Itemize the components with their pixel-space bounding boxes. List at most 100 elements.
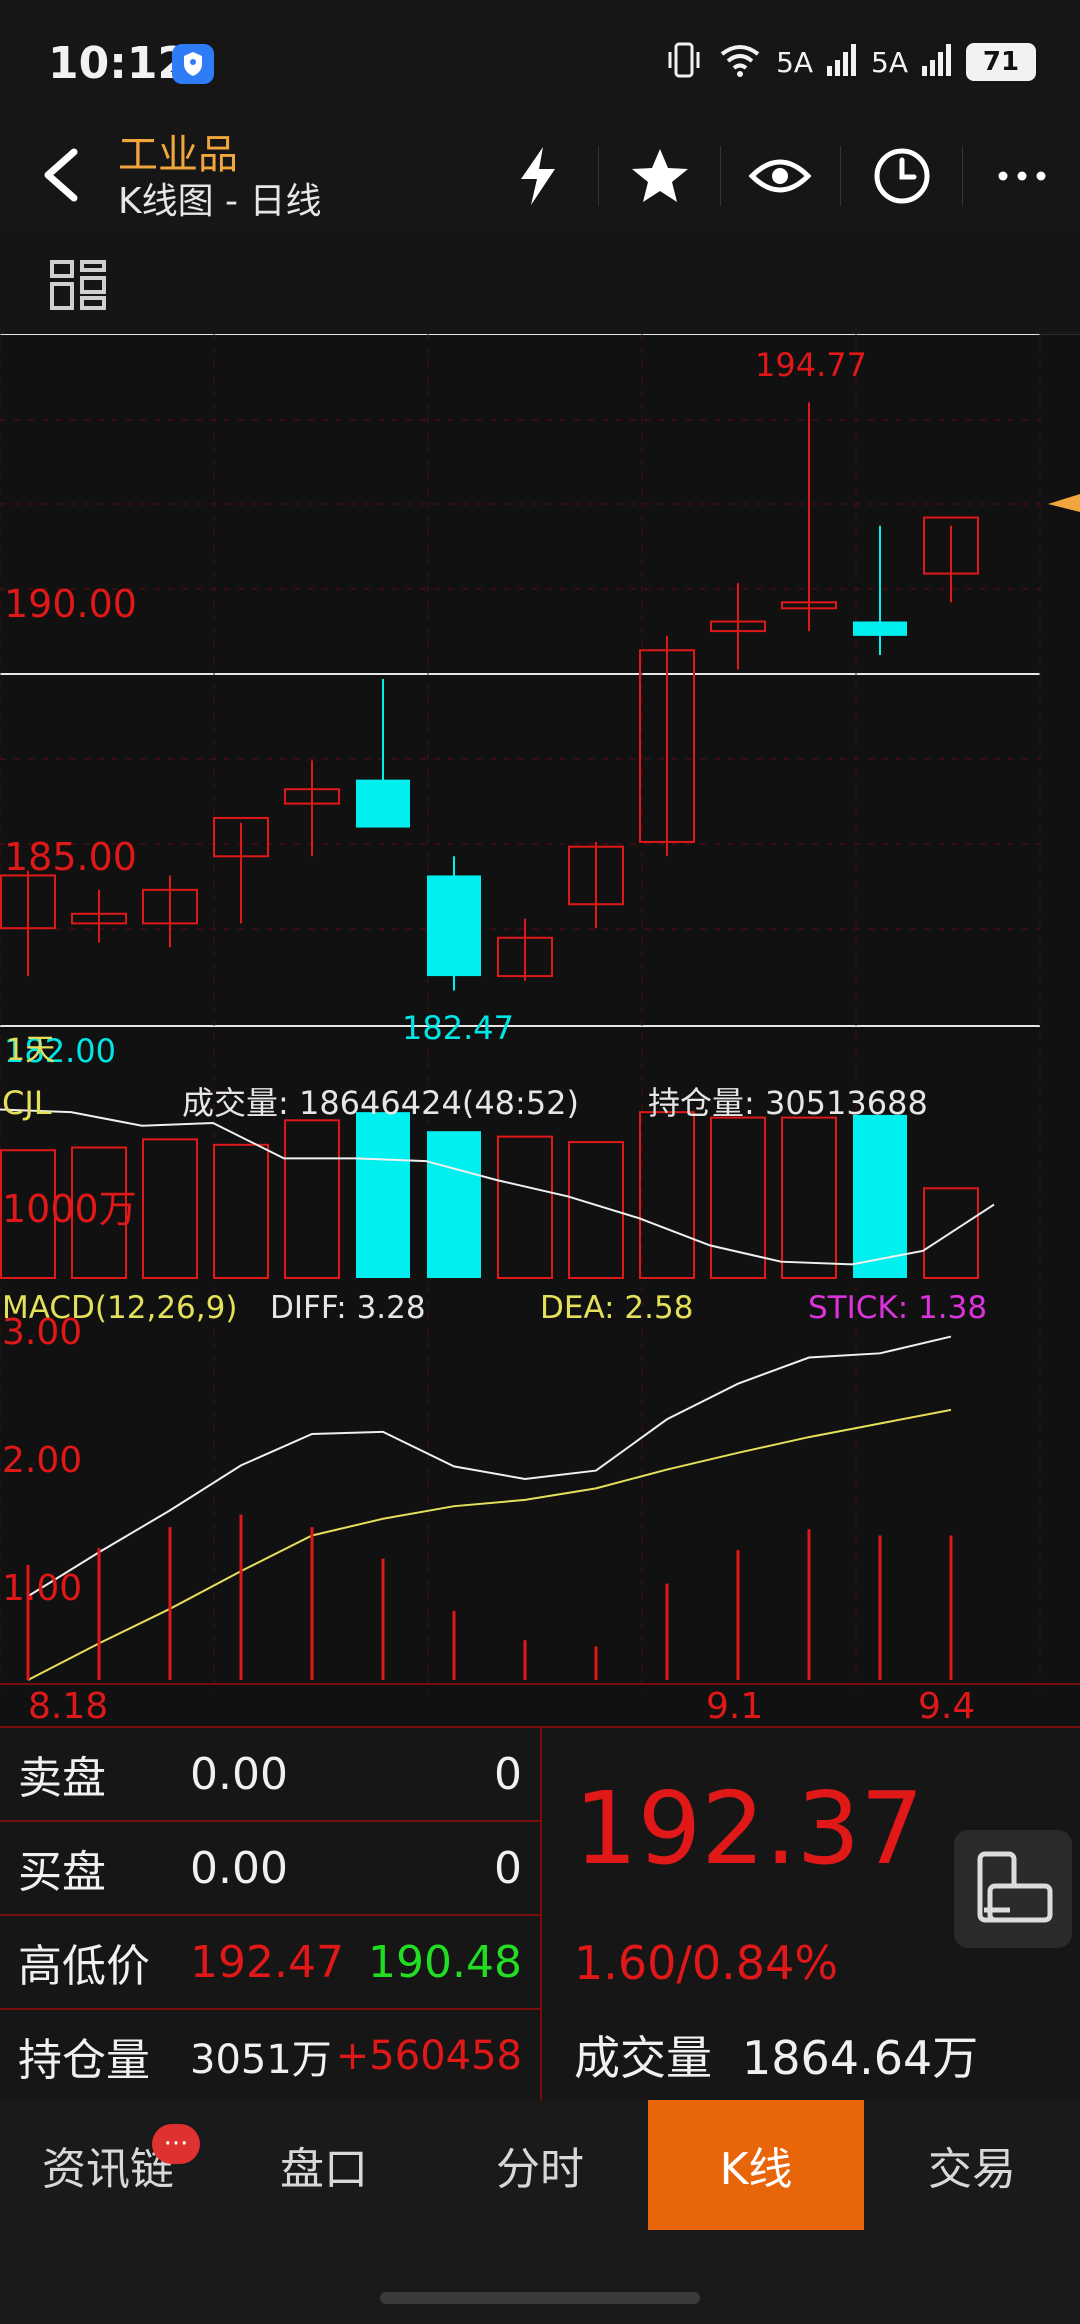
eye-icon	[748, 159, 812, 193]
buy-price: 0.00	[190, 1842, 288, 1894]
panel-divider	[540, 1728, 542, 2100]
header-divider	[840, 146, 841, 206]
more-button[interactable]	[980, 140, 1064, 212]
header-divider	[598, 146, 599, 206]
cjl-label: CJL	[2, 1084, 52, 1122]
tab-trade[interactable]: 交易	[864, 2100, 1080, 2230]
battery-icon: 71	[966, 43, 1036, 81]
header: 工业品 K线图 - 日线	[0, 122, 1080, 233]
favorite-button[interactable]	[618, 140, 702, 212]
signal-1-icon	[827, 44, 857, 80]
signal-2-label: 5A	[871, 45, 908, 79]
volume-bar-up	[710, 1116, 766, 1279]
shield-icon	[172, 44, 214, 84]
rotate-screen-icon	[977, 1851, 1053, 1923]
volume-bars	[0, 1111, 979, 1279]
open-interest-value: 3051万	[190, 2037, 332, 2083]
chart-grid	[0, 334, 1080, 1694]
signal-1-label: 5A	[776, 45, 814, 79]
last-price-marker-icon	[1048, 494, 1080, 512]
y-axis-185: 185.00	[4, 835, 137, 879]
page-subtitle: K线图 - 日线	[118, 181, 322, 222]
macd-axis-3: 3.00	[2, 1312, 82, 1353]
price-change: 1.60/0.84%	[574, 1936, 839, 1990]
watch-button[interactable]	[738, 140, 822, 212]
tab-intraday[interactable]: 分时	[432, 2100, 648, 2230]
price-high-label: 194.77	[755, 346, 867, 384]
wifi-icon	[718, 42, 762, 82]
y-axis-190: 190.00	[4, 582, 137, 626]
volume-bar-up	[639, 1111, 695, 1279]
lightning-button[interactable]	[496, 140, 580, 212]
date-label-91: 9.1	[706, 1686, 763, 1726]
high-low-row: 高低价 192.47 190.48	[0, 1916, 540, 2010]
more-icon	[998, 171, 1046, 181]
date-label-94: 9.4	[918, 1686, 975, 1726]
back-icon[interactable]	[28, 140, 98, 210]
bottom-nav: 资讯链 ··· 盘口 分时 K线 交易	[0, 2100, 1080, 2324]
tab-news-chain[interactable]: 资讯链	[0, 2100, 216, 2230]
vibrate-icon	[664, 42, 704, 82]
volume-bar-up	[142, 1138, 198, 1279]
lightning-icon	[521, 147, 555, 205]
high-price: 192.47	[190, 1936, 344, 1988]
status-bar: 10:12 5A 5A 71	[0, 0, 1080, 122]
status-time: 10:12	[48, 38, 189, 89]
home-indicator[interactable]	[380, 2292, 700, 2304]
volume-bar-up	[497, 1135, 553, 1279]
macd-axis-1: 1.00	[2, 1568, 82, 1609]
candle-body-down	[427, 875, 481, 977]
quote-panel: 卖盘 0.00 0 买盘 0.00 0 高低价 192.47 190.48 持仓…	[0, 1726, 1080, 2102]
buy-label: 买盘	[18, 1847, 106, 1898]
high-low-label: 高低价	[18, 1941, 150, 1992]
buy-qty: 0	[494, 1842, 522, 1894]
tab-trade-label: 交易	[928, 2144, 1016, 2195]
tab-order-book-label: 盘口	[280, 2144, 368, 2195]
header-divider	[962, 146, 963, 206]
low-price: 190.48	[368, 1936, 522, 1988]
open-interest-label: 持仓量	[18, 2035, 150, 2086]
open-interest-change: +560458	[335, 2033, 522, 2079]
date-label-818: 8.18	[28, 1686, 108, 1726]
layout-icon[interactable]	[48, 258, 108, 312]
period-label: 1天	[6, 1033, 55, 1068]
stick-readout: STICK: 1.38	[808, 1290, 987, 1326]
open-interest-readout: 持仓量: 30513688	[648, 1084, 928, 1122]
kline-chart[interactable]: 194.77 182.47 190.00 185.00 182.00 1天 CJ…	[0, 334, 1080, 1726]
macd-axis-2: 2.00	[2, 1440, 82, 1481]
candle-body-down	[356, 779, 410, 828]
macd-sticks	[26, 1514, 953, 1680]
macd-lines	[27, 1335, 952, 1681]
volume-value: 1864.64万	[742, 2031, 979, 2085]
volume-bar-up	[284, 1119, 340, 1279]
dea-line	[27, 1408, 952, 1681]
signal-2-icon	[922, 44, 952, 80]
sell-price: 0.00	[190, 1748, 288, 1800]
price-low-label: 182.47	[402, 1009, 514, 1047]
volume-axis-label: 1000万	[2, 1187, 137, 1231]
chart-toolbar	[0, 232, 1080, 335]
volume-readout: 成交量: 18646424(48:52)	[182, 1084, 579, 1122]
history-button[interactable]	[860, 140, 944, 212]
screen-rotate-button[interactable]	[954, 1830, 1072, 1948]
diff-line	[27, 1335, 952, 1598]
tab-kline[interactable]: K线	[648, 2100, 864, 2230]
volume-label: 成交量	[574, 2031, 712, 2085]
tab-kline-label: K线	[719, 2144, 793, 2195]
sell-row: 卖盘 0.00 0	[0, 1728, 540, 1822]
candles	[0, 402, 979, 991]
last-price: 192.37	[574, 1770, 924, 1887]
header-divider	[720, 146, 721, 206]
buy-row: 买盘 0.00 0	[0, 1822, 540, 1916]
status-icons: 5A 5A 71	[664, 42, 1036, 82]
volume-bar-down	[356, 1112, 410, 1278]
volume-bar-up	[213, 1143, 269, 1279]
open-interest-row: 持仓量 3051万 +560458	[0, 2010, 540, 2102]
tab-order-book[interactable]: 盘口	[216, 2100, 432, 2230]
star-icon	[632, 149, 688, 202]
volume-bar-down	[853, 1114, 907, 1278]
sell-qty: 0	[494, 1748, 522, 1800]
candle-body-down	[853, 621, 907, 636]
volume-bar-down	[427, 1131, 481, 1278]
diff-readout: DIFF: 3.28	[270, 1290, 426, 1326]
